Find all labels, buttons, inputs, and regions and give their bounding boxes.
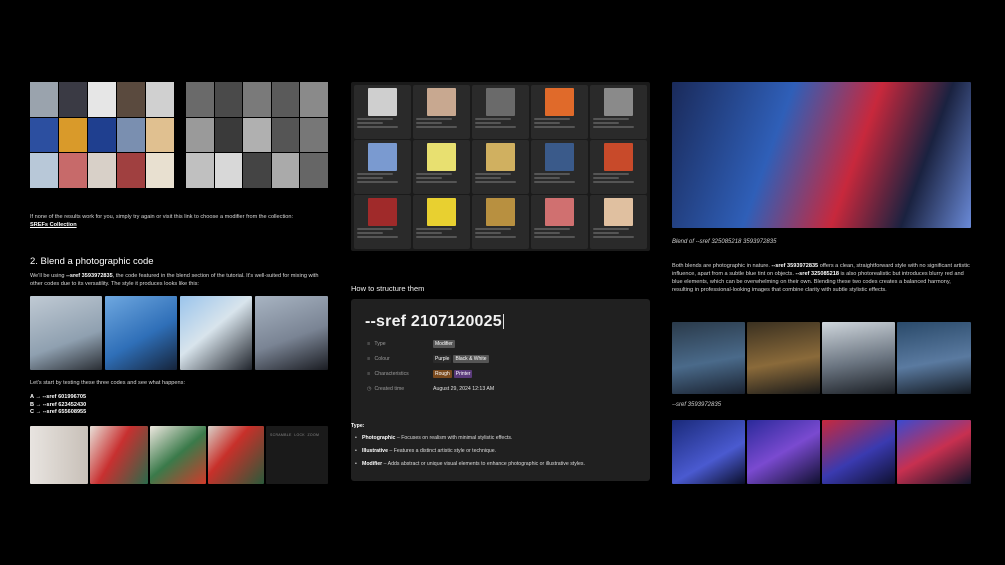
type-list: Type: Photographic – Focuses on realism … — [351, 423, 585, 468]
type-label: Type: — [351, 423, 365, 429]
car-photo-1 — [672, 322, 745, 394]
gallery-card[interactable] — [354, 140, 411, 194]
gallery-card[interactable] — [472, 195, 529, 249]
gallery-card[interactable] — [590, 195, 647, 249]
code-c: C → --sref 655608955 — [30, 409, 87, 415]
blend-intro: We'll be using --sref 3593972835, the co… — [30, 273, 319, 287]
car-photo-3 — [822, 322, 895, 394]
list-icon: ≡ — [367, 371, 371, 377]
text-cursor — [502, 314, 504, 330]
test-intro: Let's start by testing these three codes… — [30, 380, 185, 386]
car-photo-2 — [747, 322, 820, 394]
gallery-card[interactable] — [531, 85, 588, 139]
tag-rough: Rough — [433, 370, 452, 378]
gallery-card[interactable] — [354, 195, 411, 249]
type-item-photographic: Photographic – Focuses on realism with m… — [351, 435, 585, 442]
sref-gallery — [351, 82, 650, 251]
clock-icon: ◷ — [367, 386, 372, 392]
prop-created-label: ◷ Created time — [367, 386, 405, 392]
strip-label-2: LOCK — [294, 433, 305, 437]
blend-photo-4 — [897, 420, 971, 484]
gallery-card[interactable] — [413, 85, 470, 139]
mid-caption: --sref 3593972835 — [672, 402, 722, 408]
result-photo-4 — [208, 426, 264, 484]
blend-caption: Blend of --sref 325085218 3593972835 — [672, 239, 777, 245]
section-heading: 2. Blend a photographic code — [30, 256, 154, 267]
srefs-collection-link[interactable]: SREFs Collection — [30, 222, 77, 228]
type-item-illustrative: Illustrative – Features a distinct artis… — [351, 448, 585, 455]
car-photo-4 — [897, 322, 971, 394]
structure-heading: How to structure them — [351, 284, 425, 293]
gallery-card[interactable] — [472, 140, 529, 194]
db-title[interactable]: --sref 2107120025 — [365, 313, 504, 331]
result-photo-2 — [90, 426, 148, 484]
result-photo-1 — [30, 426, 88, 484]
gallery-card[interactable] — [413, 195, 470, 249]
intro-text: If none of the results work for you, sim… — [30, 214, 294, 228]
prop-type-label: ≡ Type — [367, 341, 386, 347]
tag-black-white: Black & White — [453, 355, 489, 363]
prop-type-value[interactable]: Modifier — [433, 340, 457, 348]
code-a: A → --sref 601996705 — [30, 394, 87, 400]
prop-characteristics-value[interactable]: Rough Printer — [433, 370, 474, 378]
gallery-card[interactable] — [590, 85, 647, 139]
strip-label-1: SCRAMBLE — [270, 433, 292, 437]
blend-photo-1 — [672, 420, 745, 484]
code-b: B → --sref 623452430 — [30, 401, 87, 408]
gallery-card[interactable] — [472, 85, 529, 139]
gallery-card[interactable] — [413, 140, 470, 194]
portrait-photo-1 — [30, 296, 102, 370]
tag-printer: Printer — [453, 370, 473, 378]
portrait-photo-4 — [255, 296, 328, 370]
modifier-grid-color — [30, 82, 174, 188]
result-panel: SCRAMBLE LOCK ZOOM — [266, 426, 328, 484]
gallery-card[interactable] — [531, 195, 588, 249]
prop-created-value: August 29, 2024 12:13 AM — [433, 386, 495, 392]
tag-modifier: Modifier — [433, 340, 455, 348]
blend-description: Both blends are photographic in nature. … — [672, 263, 970, 293]
code-list: A → --sref 601996705 B → --sref 62345243… — [30, 394, 86, 417]
gallery-card[interactable] — [354, 85, 411, 139]
prop-colour-label: ≡ Colour — [367, 356, 390, 362]
blend-hero-photo — [672, 82, 971, 228]
gallery-card[interactable] — [531, 140, 588, 194]
prop-characteristics-label: ≡ Characteristics — [367, 371, 409, 377]
portrait-photo-2 — [105, 296, 177, 370]
blend-photo-2 — [747, 420, 820, 484]
gallery-card[interactable] — [590, 140, 647, 194]
result-photo-3 — [150, 426, 206, 484]
portrait-photo-3 — [180, 296, 252, 370]
blend-photo-3 — [822, 420, 895, 484]
tag-purple: Purple — [433, 355, 452, 363]
list-icon: ≡ — [367, 356, 371, 362]
prop-colour-value[interactable]: Purple Black & White — [433, 355, 491, 363]
type-item-modifier: Modifier – Adds abstract or unique visua… — [351, 461, 585, 468]
strip-label-3: ZOOM — [307, 433, 320, 437]
list-icon: ≡ — [367, 341, 371, 347]
modifier-grid-mono — [186, 82, 328, 188]
